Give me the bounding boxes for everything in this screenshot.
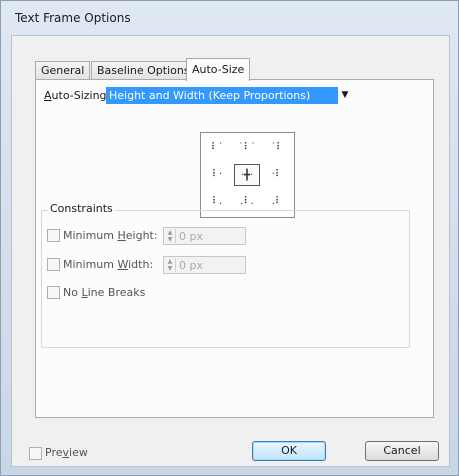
minimum-height-label-prefix: Minimum xyxy=(63,229,118,242)
minimum-height-checkbox[interactable] xyxy=(47,229,60,242)
minimum-width-label-rest: idth: xyxy=(128,258,154,271)
no-line-breaks-label-prefix: No xyxy=(63,286,82,299)
no-line-breaks-checkbox[interactable] xyxy=(47,286,60,299)
minimum-width-label-prefix: Minimum xyxy=(63,258,118,271)
reference-point-center[interactable]: ·╋· xyxy=(234,164,260,186)
preview-label-prefix: Pre xyxy=(45,446,63,459)
auto-sizing-label: Auto-Sizing xyxy=(44,89,107,102)
chevron-down-icon[interactable]: ▼ xyxy=(338,87,352,104)
minimum-height-spinner[interactable]: ▲ ▼ 0 px xyxy=(163,227,246,245)
spinner-arrows-icon[interactable]: ▲ ▼ xyxy=(165,258,176,272)
text-frame-options-dialog: Text Frame Options General Baseline Opti… xyxy=(0,0,459,476)
tab-baseline-options[interactable]: Baseline Options xyxy=(91,61,196,80)
minimum-height-label-rest: eight: xyxy=(125,229,158,242)
no-line-breaks-label: No Line Breaks xyxy=(63,286,145,299)
minimum-width-spinner[interactable]: ▲ ▼ 0 px xyxy=(163,256,246,274)
reference-point-grid: ⠇˙ ˙⠇˙ ˙⠇ ⠇· ·╋· ·⠇ ⠇. .⠇. .⠇ xyxy=(200,132,295,218)
minimum-width-checkbox[interactable] xyxy=(47,258,60,271)
minimum-height-accel: H xyxy=(117,229,126,242)
dialog-body: General Baseline Options Auto-Size Auto-… xyxy=(11,35,450,467)
tab-general[interactable]: General xyxy=(35,61,91,80)
no-line-breaks-label-rest: ine Breaks xyxy=(87,286,146,299)
ok-button[interactable]: OK xyxy=(252,441,326,461)
auto-sizing-select[interactable]: Height and Width (Keep Proportions) xyxy=(106,87,338,104)
title-bar: Text Frame Options xyxy=(1,1,458,35)
auto-sizing-accel: A xyxy=(44,89,52,102)
reference-point-top-left[interactable]: ⠇˙ xyxy=(204,137,230,159)
spinner-arrows-icon[interactable]: ▲ ▼ xyxy=(165,229,176,243)
minimum-width-accel: W xyxy=(117,258,129,271)
auto-size-panel: Auto-Sizing Height and Width (Keep Propo… xyxy=(35,79,434,418)
preview-label: Preview xyxy=(45,446,88,459)
minimum-height-value: 0 px xyxy=(179,230,203,243)
constraints-group: Constraints Minimum Height: ▲ ▼ 0 px Mini… xyxy=(41,202,410,348)
reference-point-top-right[interactable]: ˙⠇ xyxy=(264,137,290,159)
reference-point-top-center[interactable]: ˙⠇˙ xyxy=(234,137,260,159)
dialog-title: Text Frame Options xyxy=(15,11,131,25)
preview-checkbox[interactable] xyxy=(29,447,42,460)
minimum-width-value: 0 px xyxy=(179,259,203,272)
reference-point-middle-left[interactable]: ⠇· xyxy=(204,164,230,186)
minimum-width-label: Minimum Width: xyxy=(63,258,153,271)
constraints-title: Constraints xyxy=(48,202,115,215)
minimum-height-label: Minimum Height: xyxy=(63,229,158,242)
tab-auto-size[interactable]: Auto-Size xyxy=(186,58,251,81)
auto-sizing-label-rest: uto-Sizing xyxy=(51,89,107,102)
cancel-button[interactable]: Cancel xyxy=(365,441,439,461)
preview-label-rest: iew xyxy=(69,446,88,459)
reference-point-middle-right[interactable]: ·⠇ xyxy=(264,164,290,186)
